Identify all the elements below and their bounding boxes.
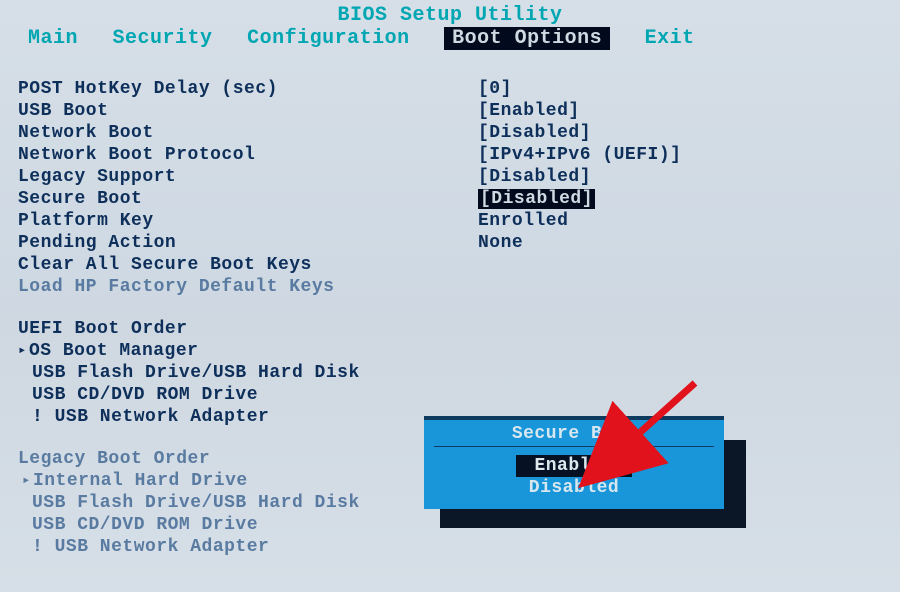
setting-value[interactable]: [Disabled] (478, 166, 898, 188)
setting-value: Enrolled (478, 210, 898, 232)
menu-configuration[interactable]: Configuration (247, 27, 410, 50)
window-title: BIOS Setup Utility (0, 0, 900, 27)
setting-label: Platform Key (18, 210, 478, 232)
setting-action[interactable]: Clear All Secure Boot Keys (18, 254, 478, 276)
menu-security[interactable]: Security (113, 27, 213, 50)
setting-value-selected[interactable]: [Disabled] (478, 189, 595, 209)
uefi-boot-order-heading: UEFI Boot Order (18, 318, 478, 340)
setting-label[interactable]: Legacy Support (18, 166, 478, 188)
popup-option-disabled[interactable]: Disabled (529, 478, 619, 498)
setting-value[interactable]: [IPv4+IPv6 (UEFI)] (478, 144, 898, 166)
setting-label[interactable]: USB Boot (18, 100, 478, 122)
bios-screen: BIOS Setup Utility Main Security Configu… (0, 0, 900, 592)
boot-order-item-disabled: ! USB Network Adapter (18, 536, 478, 558)
boot-order-item-disabled: USB Flash Drive/USB Hard Disk (18, 492, 478, 514)
boot-order-item[interactable]: OS Boot Manager (18, 340, 478, 362)
menu-main[interactable]: Main (28, 27, 78, 50)
boot-order-item[interactable]: USB Flash Drive/USB Hard Disk (18, 362, 478, 384)
setting-value[interactable]: [0] (478, 78, 898, 100)
setting-label: Pending Action (18, 232, 478, 254)
boot-order-item[interactable]: USB CD/DVD ROM Drive (18, 384, 478, 406)
setting-action-disabled: Load HP Factory Default Keys (18, 276, 478, 298)
setting-value[interactable]: [Enabled] (478, 100, 898, 122)
setting-label[interactable]: Secure Boot (18, 188, 478, 210)
boot-order-item[interactable]: ! USB Network Adapter (18, 406, 478, 428)
legacy-boot-order-heading: Legacy Boot Order (18, 448, 478, 470)
menu-boot-options[interactable]: Boot Options (444, 27, 610, 50)
setting-value: None (478, 232, 898, 254)
setting-label[interactable]: POST HotKey Delay (sec) (18, 78, 478, 100)
setting-value[interactable]: [Disabled] (478, 122, 898, 144)
menu-bar: Main Security Configuration Boot Options… (0, 27, 900, 50)
boot-order-item-disabled: Internal Hard Drive (18, 470, 478, 492)
boot-order-item-disabled: USB CD/DVD ROM Drive (18, 514, 478, 536)
menu-exit[interactable]: Exit (645, 27, 695, 50)
setting-label[interactable]: Network Boot (18, 122, 478, 144)
setting-label[interactable]: Network Boot Protocol (18, 144, 478, 166)
